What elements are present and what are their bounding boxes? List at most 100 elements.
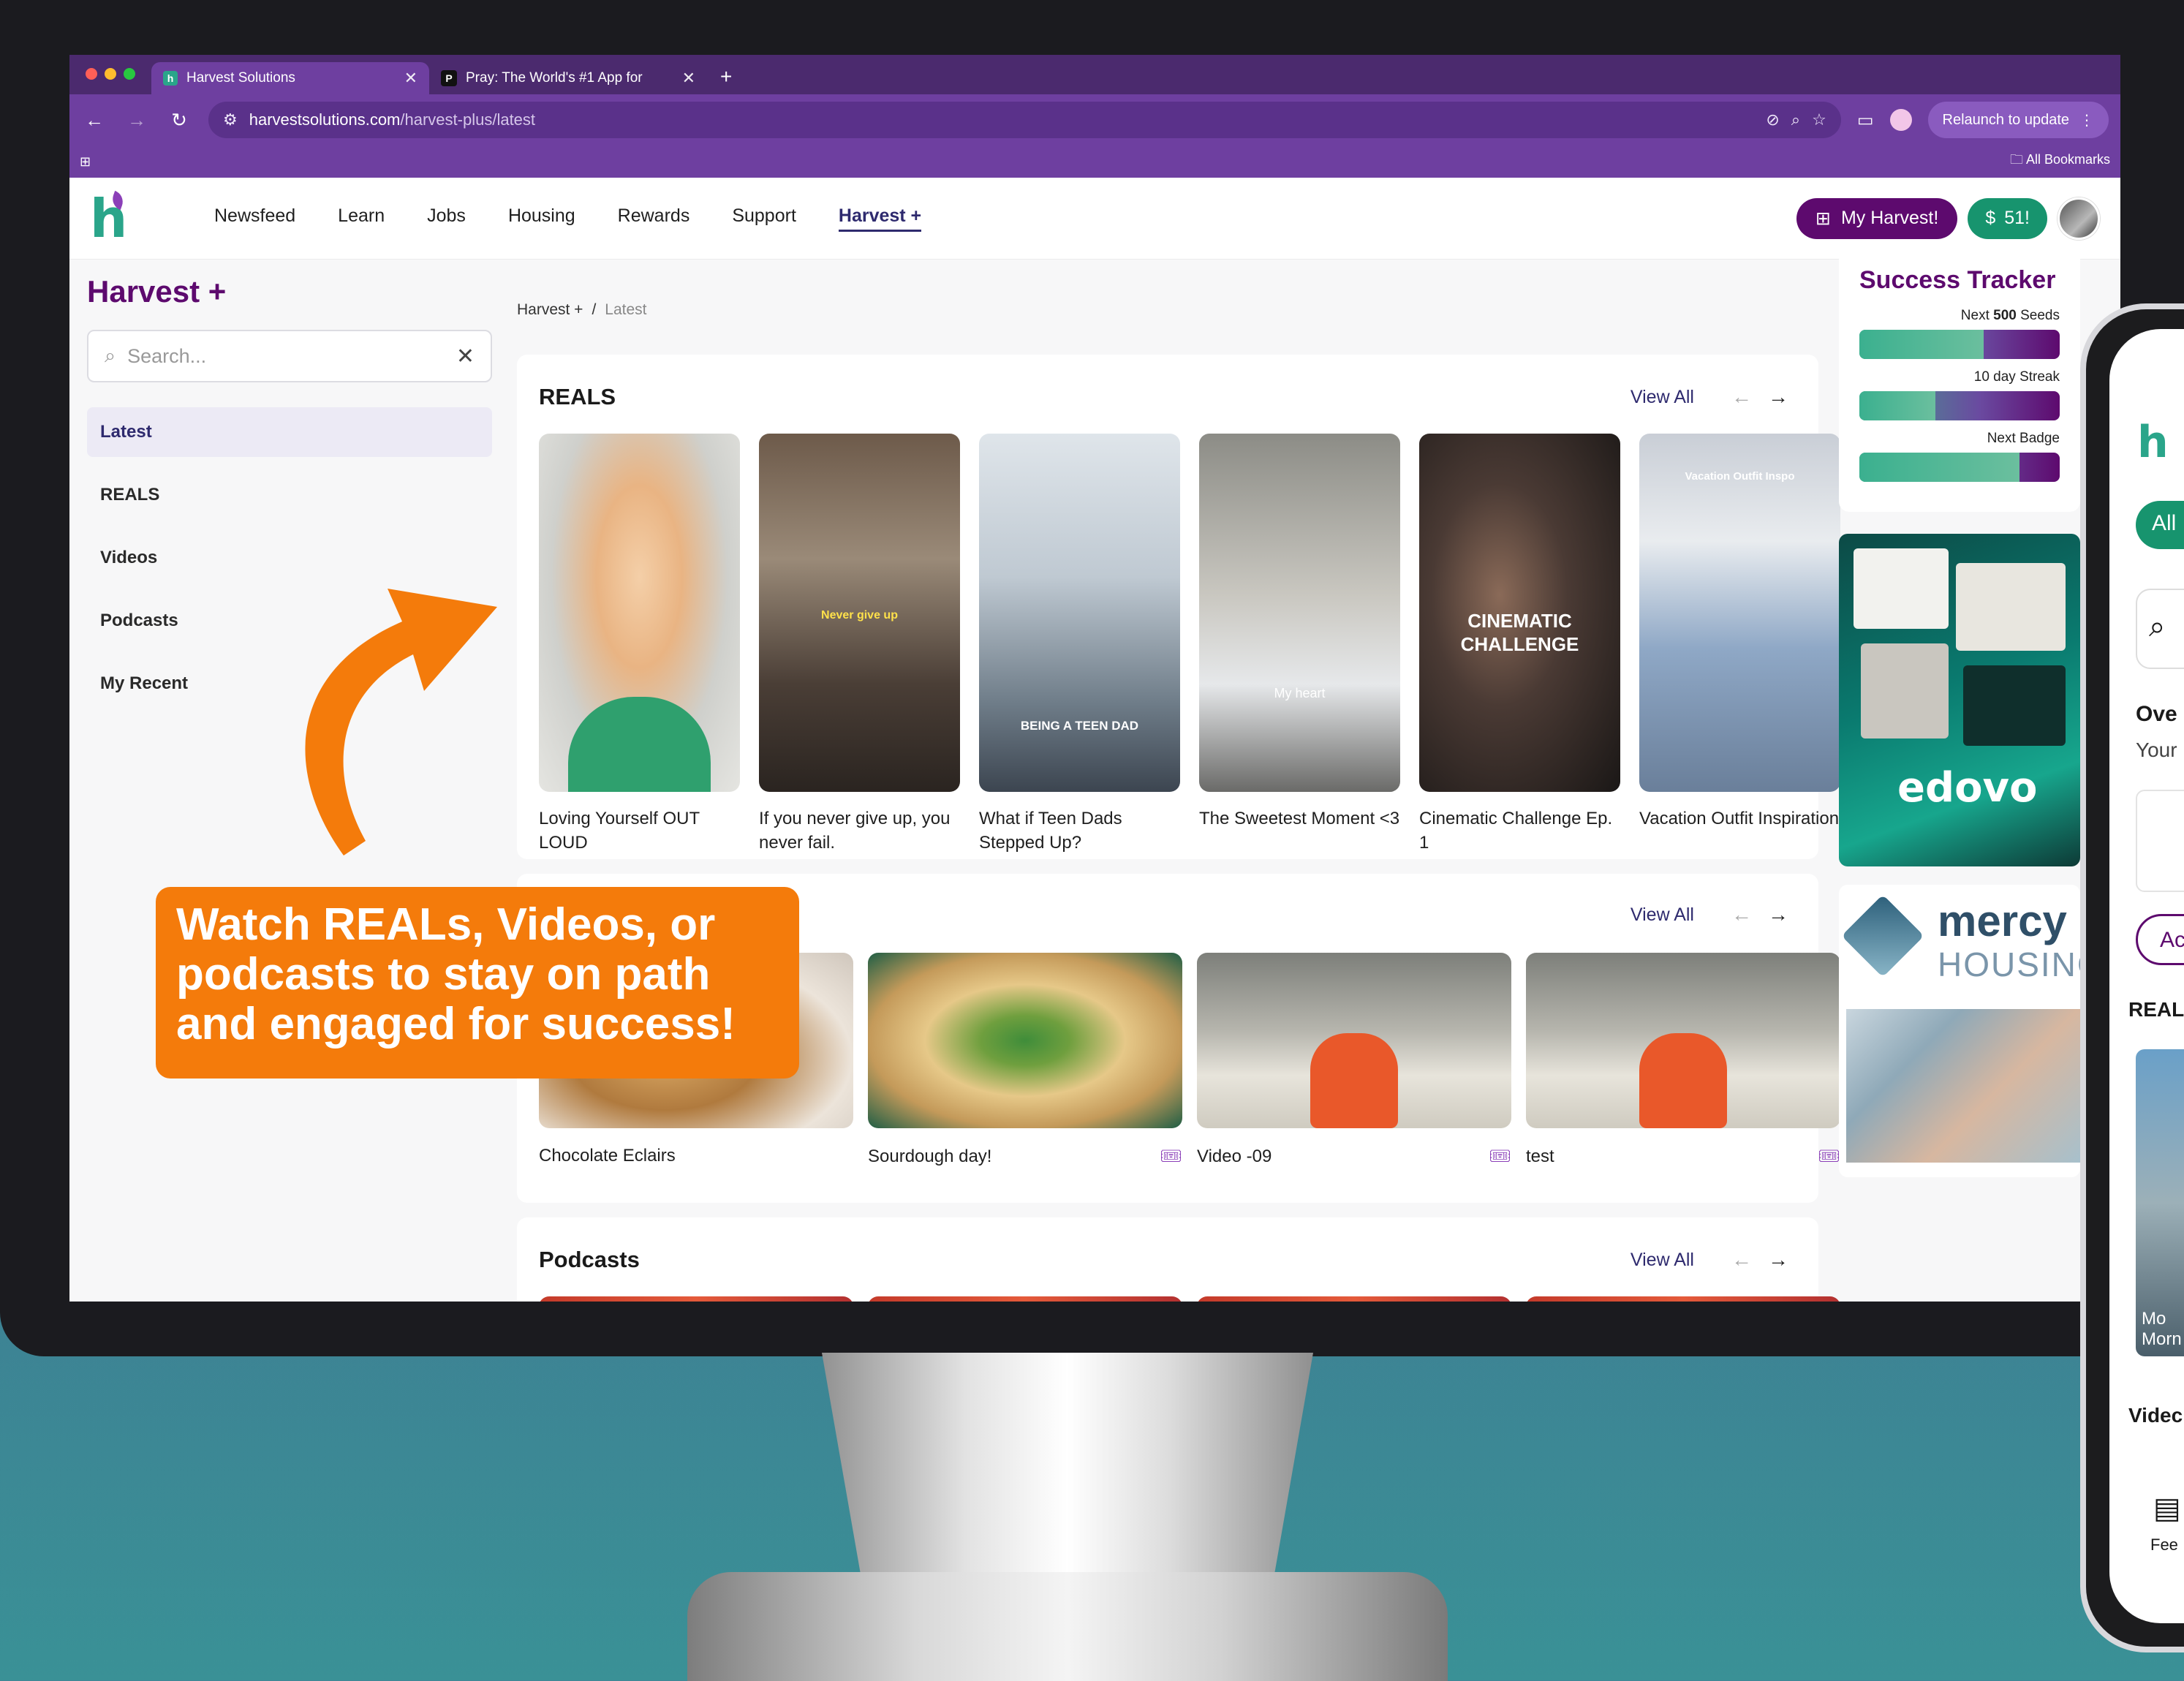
tab-harvest-solutions[interactable]: h Harvest Solutions ✕ xyxy=(151,62,429,94)
real-card[interactable]: Vacation Outfit Inspo Vacation Outfit In… xyxy=(1639,434,1840,855)
prev-arrow-icon[interactable]: ← xyxy=(1723,385,1760,409)
real-thumbnail[interactable]: Never give up xyxy=(759,434,960,792)
phone-search-icon[interactable]: ⌕ xyxy=(2136,589,2184,669)
real-overlay-text: Vacation Outfit Inspo xyxy=(1685,470,1795,483)
video-thumbnail[interactable] xyxy=(868,953,1182,1128)
back-arrow-icon[interactable]: ← xyxy=(81,109,107,132)
more-menu-icon[interactable]: ⋮ xyxy=(2079,111,2094,129)
podcast-thumbnail[interactable] xyxy=(1197,1296,1511,1302)
phone-overview-text: Your xyxy=(2136,738,2177,761)
real-caption: What if Teen Dads Stepped Up? xyxy=(979,809,1122,853)
video-thumbnail[interactable] xyxy=(1197,953,1511,1128)
address-bar[interactable]: ⚙ harvestsolutions.com/harvest-plus/late… xyxy=(208,102,1841,138)
next-arrow-icon[interactable]: → xyxy=(1760,1248,1796,1272)
nav-rewards[interactable]: Rewards xyxy=(618,205,690,232)
podcasts-carousel xyxy=(539,1296,1840,1302)
podcast-thumbnail[interactable] xyxy=(1526,1296,1840,1302)
new-tab-icon[interactable]: + xyxy=(720,65,732,88)
tab-title: Harvest Solutions xyxy=(186,70,295,86)
view-all-link[interactable]: View All xyxy=(1631,1250,1694,1271)
mercy-logo-sub: HOUSING xyxy=(1938,945,2080,983)
phone-videos-heading: Videc xyxy=(2128,1404,2183,1427)
nav-jobs[interactable]: Jobs xyxy=(427,205,466,232)
edovo-ad[interactable]: edovo xyxy=(1839,534,2080,866)
real-thumbnail[interactable]: BEING A TEEN DAD xyxy=(979,434,1180,792)
ticket-icon: 🎟 xyxy=(1489,1147,1511,1166)
maximize-window-button[interactable] xyxy=(124,68,135,80)
prev-arrow-icon[interactable]: ← xyxy=(1723,1248,1760,1272)
browser-toolbar: ← → ↻ ⚙ harvestsolutions.com/harvest-plu… xyxy=(69,94,2120,146)
zoom-icon[interactable]: ⌕ xyxy=(1791,110,1800,129)
next-arrow-icon[interactable]: → xyxy=(1760,385,1796,409)
phone-filter-chip[interactable]: All xyxy=(2136,501,2184,549)
real-card[interactable]: BEING A TEEN DAD What if Teen Dads Stepp… xyxy=(979,434,1180,855)
breadcrumb-parent[interactable]: Harvest + xyxy=(517,301,583,319)
real-thumbnail[interactable]: My heart xyxy=(1199,434,1400,792)
real-thumbnail[interactable] xyxy=(539,434,740,792)
view-all-link[interactable]: View All xyxy=(1631,387,1694,408)
relaunch-button[interactable]: Relaunch to update ⋮ xyxy=(1927,102,2109,138)
nav-housing[interactable]: Housing xyxy=(508,205,575,232)
real-thumbnail[interactable]: CINEMATIC CHALLENGE xyxy=(1419,434,1620,792)
ticket-icon: 🎟 xyxy=(1160,1147,1182,1166)
podcasts-header: Podcasts View All ← → xyxy=(539,1247,1796,1273)
forward-arrow-icon[interactable]: → xyxy=(124,109,150,132)
close-window-button[interactable] xyxy=(86,68,97,80)
search-placeholder: Search... xyxy=(127,344,207,367)
my-harvest-button[interactable]: ⊞ My Harvest! xyxy=(1796,197,1958,239)
search-input[interactable]: ⌕ Search... ✕ xyxy=(87,330,492,382)
cast-icon[interactable]: ▭ xyxy=(1857,110,1874,131)
harvest-logo[interactable]: h xyxy=(90,189,134,248)
clear-search-icon[interactable]: ✕ xyxy=(456,344,475,369)
all-bookmarks-link[interactable]: 🗀 All Bookmarks xyxy=(2010,151,2110,173)
mercy-housing-ad[interactable]: mercy HOUSING xyxy=(1839,885,2080,1177)
real-card[interactable]: My heart The Sweetest Moment <3 xyxy=(1199,434,1400,855)
view-all-link[interactable]: View All xyxy=(1631,904,1694,926)
real-overlay-text: CINEMATIC CHALLENGE xyxy=(1460,610,1579,655)
real-card[interactable]: CINEMATIC CHALLENGE Cinematic Challenge … xyxy=(1419,434,1620,855)
tab-pray[interactable]: P Pray: The World's #1 App for ✕ xyxy=(429,62,707,94)
reload-icon[interactable]: ↻ xyxy=(166,109,192,132)
main-nav: Newsfeed Learn Jobs Housing Rewards Supp… xyxy=(214,205,1796,232)
minimize-window-button[interactable] xyxy=(105,68,116,80)
real-card[interactable]: Never give up If you never give up, you … xyxy=(759,434,960,855)
video-thumbnail[interactable] xyxy=(1526,953,1840,1128)
pray-favicon-icon: P xyxy=(441,70,457,86)
podcast-thumbnail[interactable] xyxy=(539,1296,853,1302)
window-controls xyxy=(86,68,135,80)
apps-grid-icon[interactable]: ⊞ xyxy=(80,154,91,170)
tracker-title: Success Tracker xyxy=(1859,266,2056,294)
nav-learn[interactable]: Learn xyxy=(338,205,385,232)
tracker-item: 10 day Streak xyxy=(1859,369,2060,420)
real-overlay-text: Never give up xyxy=(821,609,898,622)
breadcrumb: Harvest + / Latest xyxy=(517,301,647,319)
sidebar-item-latest[interactable]: Latest xyxy=(87,407,492,457)
prev-arrow-icon[interactable]: ← xyxy=(1723,903,1760,926)
site-settings-icon[interactable]: ⚙ xyxy=(223,110,238,129)
close-tab-icon[interactable]: ✕ xyxy=(682,69,695,88)
video-title: Sourdough day! xyxy=(868,1146,992,1166)
real-card[interactable]: Loving Yourself OUT LOUD xyxy=(539,434,740,855)
browser-tab-bar: h Harvest Solutions ✕ P Pray: The World'… xyxy=(69,55,2120,94)
seeds-balance-button[interactable]: $ 51! xyxy=(1968,197,2047,239)
real-caption: Vacation Outfit Inspiration xyxy=(1639,809,1840,828)
video-card[interactable]: Sourdough day! 🎟 xyxy=(868,953,1182,1167)
section-title: Podcasts xyxy=(539,1247,640,1272)
real-thumbnail[interactable]: Vacation Outfit Inspo xyxy=(1639,434,1840,792)
video-card[interactable]: test 🎟 xyxy=(1526,953,1840,1167)
tracker-item: Next 500 Seeds xyxy=(1859,308,2060,359)
sidebar-item-reals[interactable]: REALS xyxy=(87,470,492,520)
phone-action-button[interactable]: Ac xyxy=(2136,914,2184,965)
video-card[interactable]: Video -09 🎟 xyxy=(1197,953,1511,1167)
next-arrow-icon[interactable]: → xyxy=(1760,903,1796,926)
user-avatar[interactable] xyxy=(2058,197,2100,240)
nav-support[interactable]: Support xyxy=(732,205,796,232)
nav-newsfeed[interactable]: Newsfeed xyxy=(214,205,295,232)
profile-avatar-icon[interactable] xyxy=(1889,109,1912,131)
bookmark-star-icon[interactable]: ☆ xyxy=(1812,110,1826,129)
feed-icon[interactable]: ▤ xyxy=(2153,1492,2181,1525)
eye-off-icon[interactable]: ⊘ xyxy=(1766,110,1779,129)
close-tab-icon[interactable]: ✕ xyxy=(404,69,417,88)
nav-harvest-plus[interactable]: Harvest + xyxy=(838,205,922,232)
podcast-thumbnail[interactable] xyxy=(868,1296,1182,1302)
